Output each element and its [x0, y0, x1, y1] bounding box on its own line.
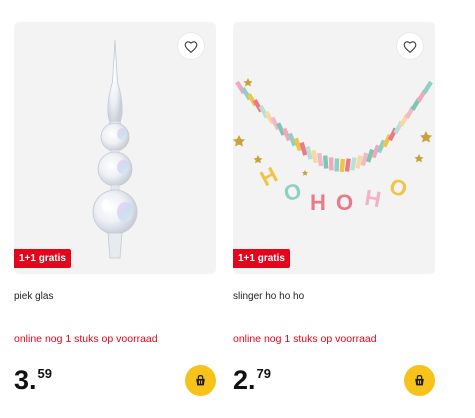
product-title[interactable]: slinger ho ho ho	[233, 291, 304, 302]
price-integer: 3	[14, 365, 30, 395]
price-separator: .	[248, 365, 256, 395]
garland-letter: O	[336, 190, 353, 215]
favorite-button[interactable]	[178, 33, 204, 59]
heart-outline-icon	[184, 40, 198, 53]
garland-flag	[339, 158, 346, 173]
price-separator: .	[29, 365, 37, 395]
garland-letter: O	[281, 178, 304, 207]
price-integer: 2	[233, 365, 249, 395]
stock-status: online nog 1 stuks op voorraad	[233, 333, 377, 345]
add-to-cart-button[interactable]	[185, 365, 216, 396]
garland-flag	[311, 149, 318, 164]
garland-flag	[350, 157, 357, 171]
product-price: 3. 59	[14, 365, 52, 395]
product-card[interactable]: 1+1 gratis piek glas online nog 1 stuks …	[14, 22, 216, 418]
garland-letter: H	[310, 190, 326, 215]
garland-letter: H	[363, 185, 383, 212]
product-image[interactable]: 1+1 gratis	[14, 22, 216, 274]
product-title[interactable]: piek glas	[14, 291, 53, 302]
garland-flag	[317, 152, 324, 167]
price-decimals: 59	[37, 366, 53, 381]
promo-badge: 1+1 gratis	[14, 249, 71, 268]
garland-flag	[422, 80, 433, 95]
heart-outline-icon	[403, 40, 417, 53]
shopping-basket-icon	[415, 375, 424, 386]
price-decimals: 79	[256, 366, 272, 381]
garland-letter: H	[256, 162, 282, 192]
garland-flag	[328, 157, 334, 171]
product-card[interactable]: H O H O H O 1+1 gratis slinger ho ho ho …	[233, 22, 435, 418]
garland-flag	[344, 158, 351, 172]
garland-letter: O	[386, 173, 411, 202]
promo-badge: 1+1 gratis	[233, 249, 290, 268]
shopping-basket-icon	[196, 375, 205, 386]
ho-ho-ho-garland-image: H O H O H O	[233, 78, 433, 215]
product-price: 2. 79	[233, 365, 271, 395]
add-to-cart-button[interactable]	[404, 365, 435, 396]
stock-status: online nog 1 stuks op voorraad	[14, 333, 158, 345]
favorite-button[interactable]	[397, 33, 423, 59]
product-image[interactable]: H O H O H O 1+1 gratis	[233, 22, 435, 274]
garland-flag	[322, 155, 329, 169]
garland-flag	[334, 158, 340, 172]
glass-tree-topper-image	[92, 39, 138, 259]
